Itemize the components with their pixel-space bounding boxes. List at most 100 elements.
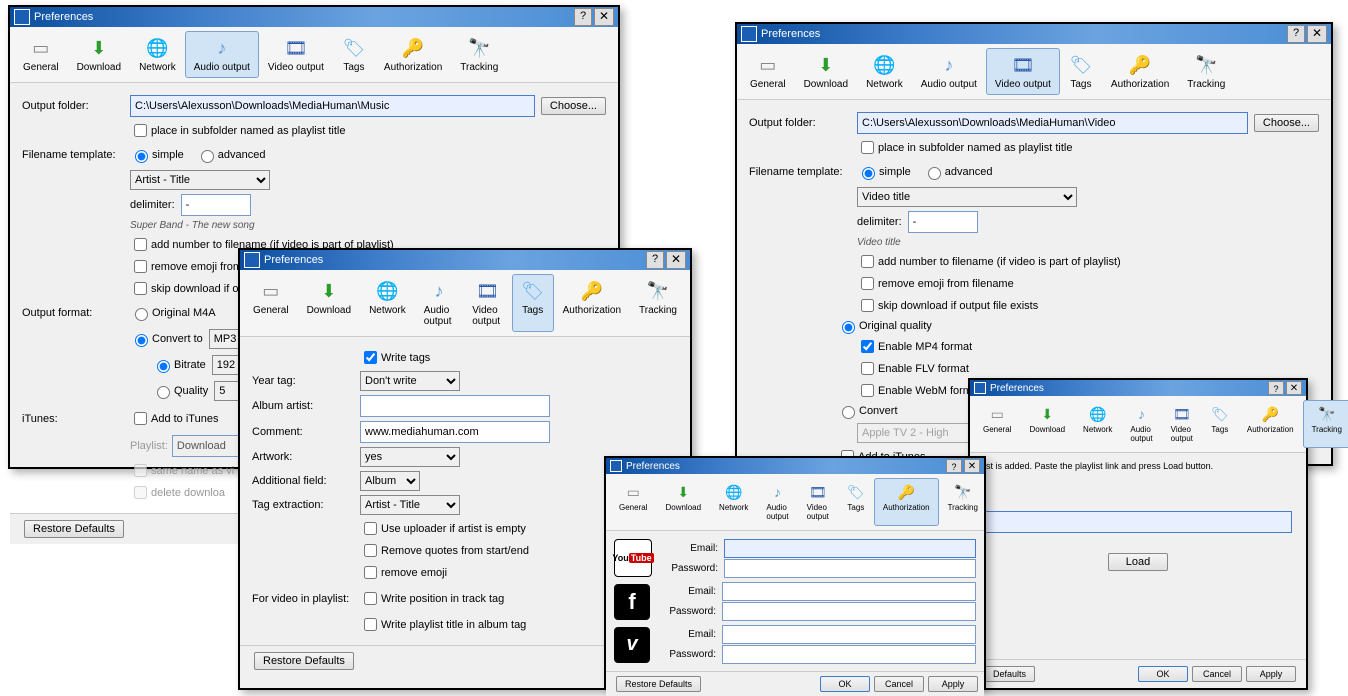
year-tag-select[interactable]: Don't write bbox=[360, 371, 460, 391]
write-playlist-checkbox[interactable] bbox=[364, 618, 377, 631]
bitrate-radio-label[interactable]: Bitrate bbox=[152, 357, 206, 373]
close-icon[interactable]: ✕ bbox=[1307, 25, 1327, 43]
tab-tags[interactable]: 🏷Tags bbox=[838, 478, 874, 526]
tab-tracking[interactable]: 🔭Tracking bbox=[1178, 48, 1234, 95]
delimiter-input[interactable] bbox=[181, 194, 251, 216]
titlebar[interactable]: Preferences ? ✕ bbox=[10, 7, 618, 27]
tab-authorization[interactable]: 🔑Authorization bbox=[554, 274, 630, 332]
vimeo-password-input[interactable] bbox=[722, 645, 976, 664]
help-icon[interactable]: ? bbox=[946, 459, 962, 473]
add-itunes-checkbox[interactable] bbox=[134, 412, 147, 425]
help-icon[interactable]: ? bbox=[1287, 25, 1305, 43]
tab-general[interactable]: ▭General bbox=[974, 400, 1020, 448]
tab-download[interactable]: ⬇Download bbox=[656, 478, 710, 526]
tab-download[interactable]: ⬇Download bbox=[68, 31, 130, 78]
tab-tracking[interactable]: 🔭Tracking bbox=[939, 478, 987, 526]
album-artist-input[interactable] bbox=[360, 395, 550, 417]
mp4-checkbox[interactable] bbox=[861, 340, 874, 353]
skip-download-checkbox[interactable] bbox=[134, 282, 147, 295]
choose-button[interactable]: Choose... bbox=[541, 97, 606, 115]
close-icon[interactable]: ✕ bbox=[964, 459, 980, 473]
simple-radio[interactable] bbox=[862, 167, 875, 180]
artwork-select[interactable]: yes bbox=[360, 447, 460, 467]
remove-emoji-tags-checkbox[interactable] bbox=[364, 566, 377, 579]
skip-download-checkbox[interactable] bbox=[861, 299, 874, 312]
flv-checkbox[interactable] bbox=[861, 362, 874, 375]
restore-defaults-button[interactable]: Restore Defaults bbox=[254, 652, 354, 670]
tab-authorization[interactable]: 🔑Authorization bbox=[375, 31, 451, 78]
tab-video-output[interactable]: 🎞Video output bbox=[798, 478, 838, 526]
titlebar[interactable]: Preferences ? ✕ bbox=[606, 458, 984, 474]
tab-tags[interactable]: 🏷Tags bbox=[1060, 48, 1102, 95]
tab-download[interactable]: ⬇Download bbox=[1020, 400, 1074, 448]
close-icon[interactable]: ✕ bbox=[1286, 381, 1302, 395]
youtube-password-input[interactable] bbox=[724, 559, 976, 578]
cancel-button[interactable]: Cancel bbox=[874, 676, 924, 692]
tab-audio-output[interactable]: ♪Audio output bbox=[415, 274, 464, 332]
facebook-password-input[interactable] bbox=[722, 602, 976, 621]
tab-tracking[interactable]: 🔭Tracking bbox=[1303, 400, 1348, 448]
add-number-checkbox[interactable] bbox=[134, 238, 147, 251]
advanced-radio[interactable] bbox=[928, 167, 941, 180]
remove-emoji-checkbox[interactable] bbox=[134, 260, 147, 273]
bitrate-radio[interactable] bbox=[157, 360, 170, 373]
tab-tags[interactable]: 🏷Tags bbox=[512, 274, 554, 332]
titlebar[interactable]: Preferences ? ✕ bbox=[737, 24, 1331, 44]
original-m4a-radio-label[interactable]: Original M4A bbox=[130, 305, 216, 321]
tab-network[interactable]: 🌐Network bbox=[1074, 400, 1121, 448]
tab-download[interactable]: ⬇Download bbox=[298, 274, 360, 332]
tab-general[interactable]: ▭General bbox=[741, 48, 795, 95]
tab-tracking[interactable]: 🔭Tracking bbox=[630, 274, 686, 332]
close-icon[interactable]: ✕ bbox=[594, 8, 614, 26]
additional-field-select[interactable]: Album bbox=[360, 471, 420, 491]
help-icon[interactable]: ? bbox=[1268, 381, 1284, 395]
original-quality-radio[interactable] bbox=[842, 321, 855, 334]
apply-button[interactable]: Apply bbox=[928, 676, 978, 692]
simple-radio[interactable] bbox=[135, 150, 148, 163]
facebook-email-input[interactable] bbox=[722, 582, 976, 601]
tab-general[interactable]: ▭General bbox=[244, 274, 298, 332]
tab-tracking[interactable]: 🔭Tracking bbox=[451, 31, 507, 78]
remove-emoji-checkbox[interactable] bbox=[861, 277, 874, 290]
tab-video-output[interactable]: 🎞Video output bbox=[986, 48, 1060, 95]
ok-button[interactable]: OK bbox=[820, 676, 870, 692]
delimiter-input[interactable] bbox=[908, 211, 978, 233]
titlebar[interactable]: Preferences ? ✕ bbox=[240, 250, 690, 270]
restore-defaults-button[interactable]: Restore Defaults bbox=[24, 520, 124, 538]
playlist-url-input[interactable] bbox=[982, 511, 1292, 533]
tab-audio-output[interactable]: ♪Audio output bbox=[1121, 400, 1161, 448]
ok-button[interactable]: OK bbox=[1138, 666, 1188, 682]
simple-radio-label[interactable]: simple bbox=[130, 147, 184, 163]
help-icon[interactable]: ? bbox=[646, 251, 664, 269]
output-folder-input[interactable] bbox=[857, 112, 1248, 134]
tab-authorization[interactable]: 🔑Authorization bbox=[1238, 400, 1303, 448]
tab-network[interactable]: 🌐Network bbox=[360, 274, 415, 332]
comment-input[interactable] bbox=[360, 421, 550, 443]
restore-defaults-button[interactable]: Defaults bbox=[984, 666, 1035, 682]
tab-network[interactable]: 🌐Network bbox=[130, 31, 185, 78]
help-icon[interactable]: ? bbox=[574, 8, 592, 26]
tab-authorization[interactable]: 🔑Authorization bbox=[874, 478, 939, 526]
add-number-checkbox[interactable] bbox=[861, 255, 874, 268]
write-tags-checkbox[interactable] bbox=[364, 351, 377, 364]
tag-extraction-select[interactable]: Artist - Title bbox=[360, 495, 460, 515]
tab-authorization[interactable]: 🔑Authorization bbox=[1102, 48, 1178, 95]
tab-general[interactable]: ▭General bbox=[610, 478, 656, 526]
quality-radio[interactable] bbox=[157, 386, 170, 399]
advanced-radio[interactable] bbox=[201, 150, 214, 163]
remove-quotes-checkbox[interactable] bbox=[364, 544, 377, 557]
subfolder-checkbox[interactable] bbox=[861, 141, 874, 154]
restore-defaults-button[interactable]: Restore Defaults bbox=[616, 676, 701, 692]
close-icon[interactable]: ✕ bbox=[666, 251, 686, 269]
tab-video-output[interactable]: 🎞Video output bbox=[463, 274, 511, 332]
apply-button[interactable]: Apply bbox=[1246, 666, 1296, 682]
subfolder-checkbox[interactable] bbox=[134, 124, 147, 137]
tab-general[interactable]: ▭General bbox=[14, 31, 68, 78]
vimeo-email-input[interactable] bbox=[722, 625, 976, 644]
write-position-checkbox[interactable] bbox=[364, 592, 377, 605]
tab-video-output[interactable]: 🎞Video output bbox=[259, 31, 333, 78]
youtube-email-input[interactable] bbox=[724, 539, 976, 558]
tab-video-output[interactable]: 🎞Video output bbox=[1162, 400, 1202, 448]
tab-audio-output[interactable]: ♪Audio output bbox=[912, 48, 986, 95]
quality-radio-label[interactable]: Quality bbox=[152, 383, 208, 399]
